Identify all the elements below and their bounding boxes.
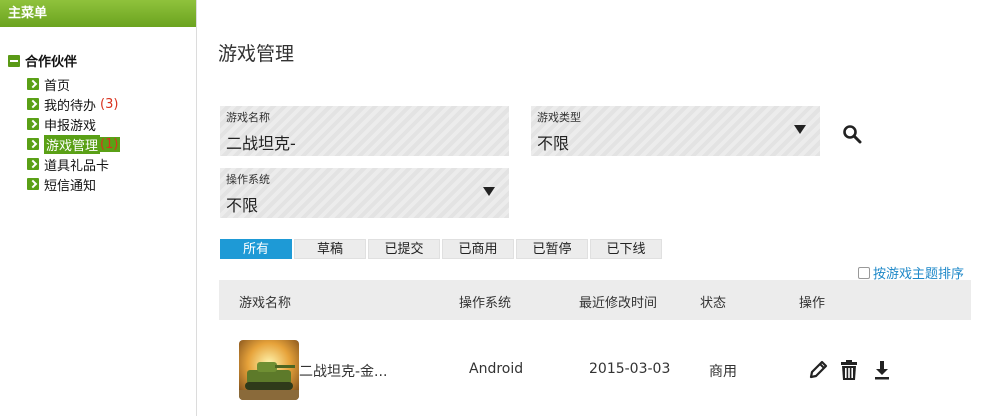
sidebar-item-sms[interactable]: 短信通知 xyxy=(27,174,120,194)
download-icon[interactable] xyxy=(871,358,893,382)
caret-down-icon[interactable] xyxy=(794,125,806,134)
game-thumbnail xyxy=(239,340,299,400)
sidebar-item-gift-card[interactable]: 道具礼品卡 xyxy=(27,154,120,174)
sidebar-item-label: 申报游戏 xyxy=(44,118,97,134)
sidebar-item-game-management[interactable]: 游戏管理 (1) xyxy=(27,134,121,154)
arrow-right-icon xyxy=(27,118,39,130)
sidebar-item-count: (3) xyxy=(100,96,119,112)
delete-icon[interactable] xyxy=(838,358,860,382)
arrow-right-icon xyxy=(27,138,39,150)
sidebar-item-home[interactable]: 首页 xyxy=(27,74,120,94)
arrow-right-icon xyxy=(27,98,39,110)
game-type-label: 游戏类型 xyxy=(537,111,581,124)
sidebar: 主菜单 合作伙伴 首页 我的待办 (3) 申报游戏 游戏管理 (1) 道具礼品卡 xyxy=(0,0,197,416)
sidebar-item-label: 游戏管理 xyxy=(44,134,101,154)
caret-down-icon[interactable] xyxy=(483,187,495,196)
sidebar-item-label: 我的待办 xyxy=(44,98,97,114)
edit-icon[interactable] xyxy=(807,358,829,382)
sidebar-group-partner[interactable]: 合作伙伴 xyxy=(8,51,77,70)
cell-game-name[interactable]: 二战坦克-金... xyxy=(299,361,387,381)
os-value: 不限 xyxy=(226,196,259,215)
game-type-select[interactable]: 游戏类型 不限 xyxy=(531,106,820,156)
tab-draft[interactable]: 草稿 xyxy=(294,239,366,259)
tab-offline[interactable]: 已下线 xyxy=(590,239,662,259)
arrow-right-icon xyxy=(27,78,39,90)
col-status: 状态 xyxy=(700,296,727,311)
os-select[interactable]: 操作系统 不限 xyxy=(220,168,509,218)
os-label: 操作系统 xyxy=(226,173,270,186)
table-header: 游戏名称 操作系统 最近修改时间 状态 操作 xyxy=(219,280,971,320)
sidebar-item-todo[interactable]: 我的待办 (3) xyxy=(27,94,120,114)
arrow-right-icon xyxy=(27,158,39,170)
game-name-value[interactable]: 二战坦克- xyxy=(226,130,296,154)
cell-modified: 2015-03-03 xyxy=(589,361,671,377)
game-name-label: 游戏名称 xyxy=(226,111,270,124)
collapse-icon[interactable] xyxy=(8,54,20,67)
cell-status: 商用 xyxy=(709,364,737,380)
sidebar-item-label: 短信通知 xyxy=(44,178,97,194)
sidebar-header: 主菜单 xyxy=(0,0,196,27)
sidebar-group-label: 合作伙伴 xyxy=(25,55,78,70)
tab-submitted[interactable]: 已提交 xyxy=(368,239,440,259)
game-name-input[interactable]: 游戏名称 二战坦克- xyxy=(220,106,509,156)
status-tabs: 所有 草稿 已提交 已商用 已暂停 已下线 xyxy=(220,239,664,259)
sidebar-item-label: 道具礼品卡 xyxy=(44,158,110,174)
cell-os: Android xyxy=(469,361,524,377)
sidebar-menu: 首页 我的待办 (3) 申报游戏 游戏管理 (1) 道具礼品卡 短信通知 xyxy=(27,74,121,194)
sort-checkbox[interactable] xyxy=(858,266,870,279)
game-type-value: 不限 xyxy=(537,134,570,153)
arrow-right-icon xyxy=(27,178,39,190)
col-os: 操作系统 xyxy=(459,296,512,311)
sidebar-item-count: (1) xyxy=(100,136,121,152)
col-actions: 操作 xyxy=(799,296,826,311)
sidebar-item-label: 首页 xyxy=(44,78,71,94)
tab-paused[interactable]: 已暂停 xyxy=(516,239,588,259)
col-modified: 最近修改时间 xyxy=(579,296,658,311)
col-game-name: 游戏名称 xyxy=(239,296,292,311)
tab-commercial[interactable]: 已商用 xyxy=(442,239,514,259)
table-row: 二战坦克-金... Android 2015-03-03 商用 xyxy=(219,320,971,416)
tab-all[interactable]: 所有 xyxy=(220,239,292,259)
page-title: 游戏管理 xyxy=(218,43,295,65)
search-icon[interactable] xyxy=(842,124,862,144)
sidebar-item-submit-game[interactable]: 申报游戏 xyxy=(27,114,120,134)
